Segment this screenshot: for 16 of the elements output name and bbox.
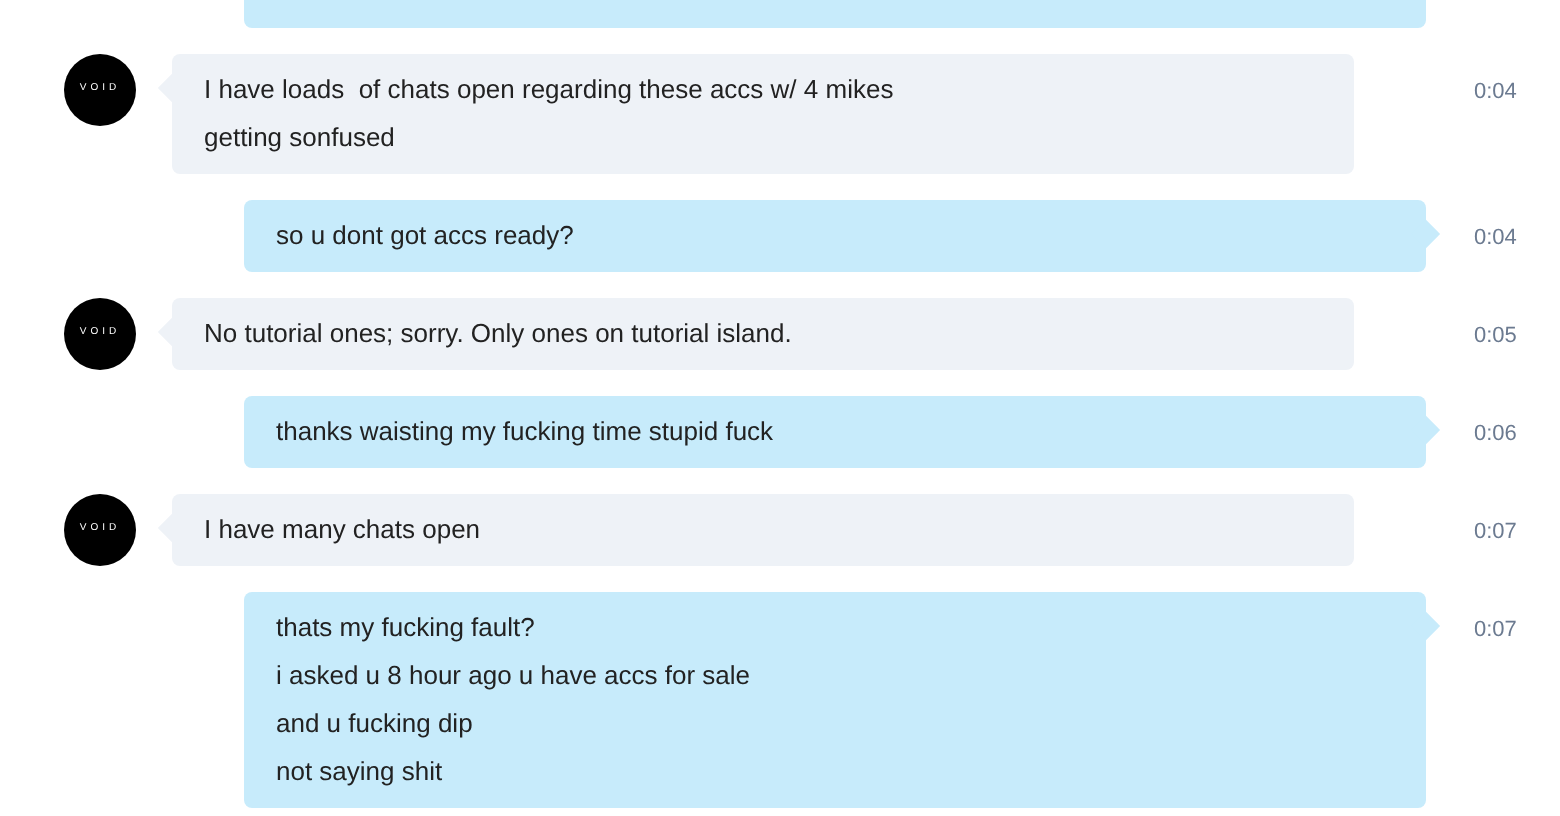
message-text: so u dont got accs ready? [276, 218, 576, 254]
message-text: No tutorial ones; sorry. Only ones on tutorial island. [204, 316, 794, 352]
message-text: thats my fucking fault? [276, 610, 537, 646]
message-text: I have many chats open [204, 512, 483, 548]
message-time: 0:06 [1474, 420, 1517, 450]
message-time: 0:07 [1474, 518, 1517, 548]
message-text: thanks waisting my fucking time stupid fuck [276, 414, 776, 450]
message-time: 0:04 [1474, 224, 1517, 254]
message-text: not saying shit [276, 754, 445, 790]
message-time: 0:04 [1474, 78, 1517, 108]
message-text: i asked u 8 hour ago u have accs for sale [276, 658, 753, 694]
message-text: and u fucking dip [276, 706, 475, 742]
message-text: I have loads of chats open regarding these accs w/ 4 mikes [204, 72, 896, 108]
message-time: 0:07 [1474, 616, 1517, 646]
message-time: 0:05 [1474, 322, 1517, 352]
message-text: getting sonfused [204, 120, 397, 156]
